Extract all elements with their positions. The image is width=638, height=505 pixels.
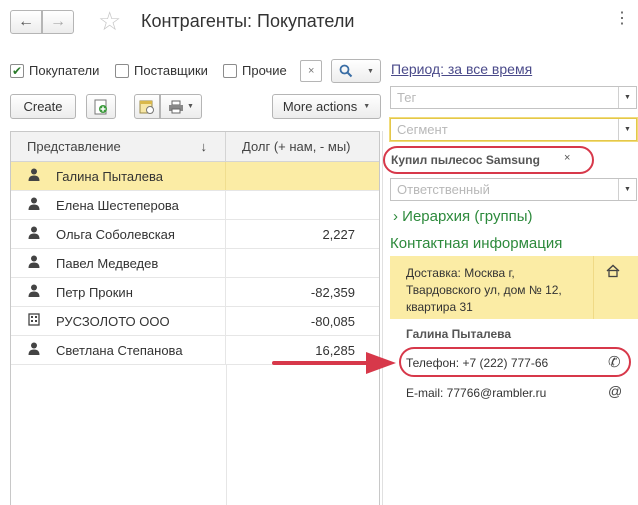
add-document-icon — [94, 99, 107, 114]
remove-tag-icon[interactable]: × — [564, 152, 570, 164]
create-button[interactable]: Create — [10, 94, 76, 119]
printer-icon — [169, 100, 184, 113]
chevron-down-icon: ▼ — [367, 67, 374, 75]
chevron-down-icon[interactable]: ▼ — [618, 119, 636, 140]
segment-field[interactable]: Сегмент ▼ — [390, 118, 637, 141]
home-icon[interactable] — [606, 264, 620, 278]
table-row[interactable]: Павел Медведев — [11, 249, 379, 278]
address-block: Доставка: Москва г, Твардовского ул, дом… — [390, 256, 638, 319]
table-row[interactable]: Галина Пыталева — [11, 162, 379, 191]
checkmark-icon: ✔ — [10, 63, 24, 78]
row-name: Ольга Соболевская — [56, 220, 226, 248]
row-name: Галина Пыталева — [56, 162, 226, 190]
row-name: Елена Шестеперова — [56, 191, 226, 219]
row-name: РУСЗОЛОТО ООО — [56, 307, 226, 335]
arrow-right-icon: → — [50, 13, 66, 30]
annotation-arrow — [272, 352, 396, 374]
row-debt: 2,227 — [322, 226, 355, 242]
calendar-icon — [139, 100, 154, 114]
row-name: Светлана Степанова — [56, 336, 226, 364]
email-icon[interactable]: @ — [608, 383, 622, 399]
clear-filter-button[interactable]: × — [300, 60, 322, 82]
row-name: Петр Прокин — [56, 278, 226, 306]
row-debt: -82,359 — [310, 284, 355, 300]
table-header: Представление ↓ Долг (+ нам, - мы) — [11, 132, 379, 162]
forward-button[interactable]: → — [42, 10, 74, 34]
phone-number: Телефон: +7 (222) 777-66 — [406, 356, 549, 370]
row-name: Павел Медведев — [56, 249, 226, 277]
more-menu-icon[interactable]: ⋮ — [614, 8, 630, 28]
page-title: Контрагенты: Покупатели — [141, 11, 355, 31]
tag-field[interactable]: Тег ▼ — [390, 86, 637, 109]
table-row[interactable]: РУСЗОЛОТО ООО -80,085 — [11, 307, 379, 336]
hierarchy-toggle[interactable]: › Иерархия (группы) — [393, 208, 532, 225]
suppliers-label: Поставщики — [134, 63, 208, 78]
chevron-down-icon[interactable]: ▼ — [618, 87, 636, 108]
chevron-down-icon[interactable]: ▼ — [618, 179, 636, 200]
other-checkbox[interactable]: Прочие — [223, 63, 287, 78]
counterparties-table: Представление ↓ Долг (+ нам, - мы) Галин… — [10, 131, 380, 505]
add-copy-button[interactable] — [86, 94, 116, 119]
chevron-down-icon: ▼ — [187, 103, 194, 110]
back-button[interactable]: ← — [10, 10, 42, 34]
column-header-debt[interactable]: Долг (+ нам, - мы) — [226, 139, 379, 154]
contacts-heading: Контактная информация — [390, 235, 563, 252]
table-row[interactable]: Ольга Соболевская 2,227 — [11, 220, 379, 249]
schedule-button[interactable] — [134, 94, 160, 119]
search-icon — [339, 64, 353, 78]
responsible-field[interactable]: Ответственный ▼ — [390, 178, 637, 201]
person-icon — [11, 226, 56, 242]
suppliers-checkbox[interactable]: Поставщики — [115, 63, 208, 78]
selected-tag: Купил пылесос Samsung — [391, 153, 540, 167]
person-icon — [11, 255, 56, 271]
chevron-right-icon: › — [393, 208, 398, 225]
chevron-down-icon: ▼ — [363, 103, 371, 110]
buyers-checkbox[interactable]: ✔ Покупатели — [10, 63, 99, 78]
buyers-label: Покупатели — [29, 63, 100, 78]
table-row[interactable]: Елена Шестеперова — [11, 191, 379, 220]
period-link[interactable]: Период: за все время — [391, 61, 532, 77]
row-debt: -80,085 — [310, 313, 355, 329]
person-icon — [11, 342, 56, 358]
column-header-name[interactable]: Представление ↓ — [11, 132, 226, 161]
print-button[interactable]: ▼ — [160, 94, 202, 119]
email-address: E-mail: 77766@rambler.ru — [406, 386, 547, 400]
person-icon — [11, 168, 56, 184]
sort-arrow-icon: ↓ — [200, 139, 208, 154]
more-actions-button[interactable]: More actions ▼ — [272, 94, 381, 119]
star-icon[interactable]: ☆ — [98, 8, 121, 34]
table-row[interactable]: Петр Прокин -82,359 — [11, 278, 379, 307]
contact-name: Галина Пыталева — [406, 327, 512, 341]
building-icon — [11, 313, 56, 329]
arrow-left-icon: ← — [18, 13, 34, 30]
phone-icon[interactable]: ✆ — [608, 353, 621, 371]
person-icon — [11, 284, 56, 300]
person-icon — [11, 197, 56, 213]
delivery-address: Доставка: Москва г, Твардовского ул, дом… — [406, 266, 562, 314]
other-label: Прочие — [242, 63, 287, 78]
search-button[interactable]: ▼ — [331, 59, 381, 83]
